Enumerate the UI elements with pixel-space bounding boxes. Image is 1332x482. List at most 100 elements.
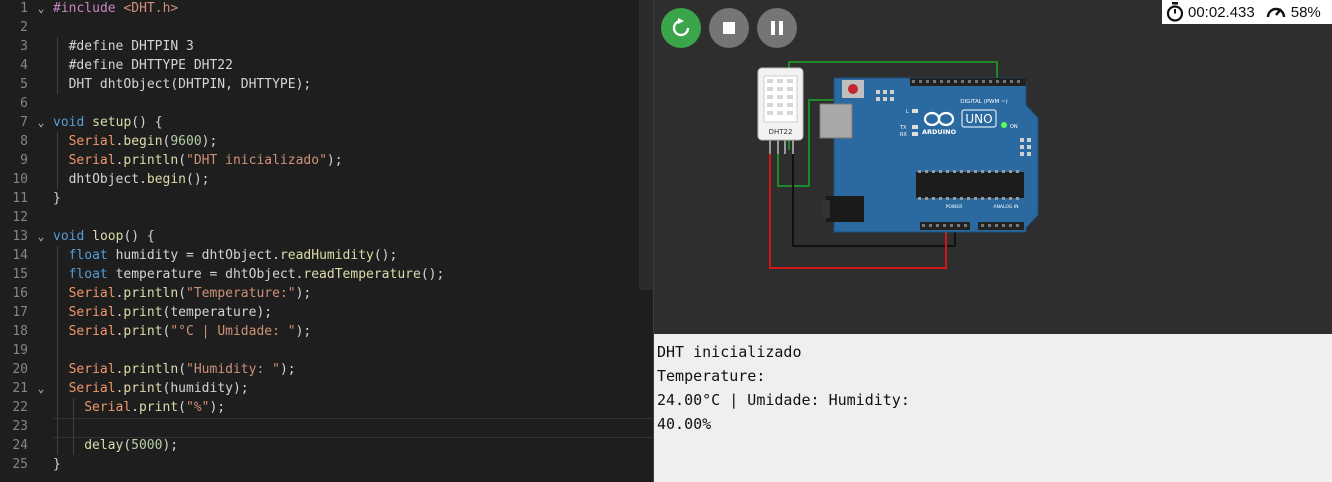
indent-guide [57, 246, 58, 455]
fold-chevron-icon[interactable]: ⌄ [34, 113, 48, 132]
line-number: 3 [20, 39, 28, 54]
indent-guide [73, 398, 74, 455]
led-label-tx: TX [899, 125, 907, 131]
line-number: 12 [12, 210, 28, 225]
code-line[interactable]: Serial.println("DHT inicializado"); [69, 151, 343, 170]
board-model: UNO [965, 112, 992, 126]
editor-scrollbar[interactable] [639, 0, 653, 290]
code-line[interactable]: delay(5000); [84, 436, 178, 455]
code-token: (); [373, 248, 398, 263]
code-line[interactable]: #include <DHT.h> [53, 0, 178, 18]
stop-button[interactable] [709, 8, 749, 48]
code-token: () { [131, 115, 163, 130]
code-token: (); [420, 267, 445, 282]
fold-chevron-icon[interactable]: ⌄ [34, 0, 48, 18]
digital-header-label: DIGITAL (PWM ~) [960, 99, 1007, 105]
code-token: print [123, 324, 163, 339]
code-token: "°C | Umidade: " [170, 324, 296, 339]
line-number: 6 [20, 96, 28, 111]
code-line[interactable]: dhtObject.begin(); [69, 170, 210, 189]
fold-chevron-icon[interactable]: ⌄ [34, 227, 48, 246]
line-number: 13 [12, 229, 28, 244]
code-token: <DHT.h> [123, 1, 179, 16]
code-line[interactable]: } [53, 455, 61, 474]
pause-icon [771, 21, 783, 35]
code-line[interactable]: Serial.print("%"); [84, 398, 225, 417]
line-number: 15 [12, 267, 28, 282]
code-token: #include [53, 1, 124, 16]
code-token: ); [209, 400, 226, 415]
arduino-uno-board: DIGITAL (PWM ~) L TX RX ARDUINO UNO ON P… [819, 77, 1039, 233]
code-token: Serial [84, 400, 132, 415]
serial-monitor[interactable]: DHT inicializado Temperature: 24.00°C | Um… [654, 334, 1332, 482]
line-number: 11 [12, 191, 28, 206]
simulation-speed: 58% [1290, 3, 1321, 21]
indent-guide [57, 37, 58, 94]
code-line[interactable]: float temperature = dhtObject.readTemper… [69, 265, 445, 284]
code-token: print [123, 305, 163, 320]
code-token: Serial [68, 286, 116, 301]
code-line[interactable]: #define DHTTYPE DHT22 [69, 56, 233, 75]
code-line[interactable]: float humidity = dhtObject.readHumidity(… [69, 246, 398, 265]
code-line[interactable]: void setup() { [53, 113, 163, 132]
code-token: print [138, 400, 179, 415]
code-line[interactable]: Serial.print("°C | Umidade: "); [69, 322, 312, 341]
pause-button[interactable] [757, 8, 797, 48]
line-number: 5 [20, 77, 28, 92]
code-token: Serial [68, 134, 116, 149]
code-token: println [123, 153, 179, 168]
code-token: ); [201, 134, 218, 149]
sensor-label: DHT22 [769, 128, 793, 136]
code-line[interactable]: #define DHTPIN 3 [69, 37, 194, 56]
code-line[interactable]: Serial.println("Temperature:"); [69, 284, 312, 303]
stopwatch-icon [1166, 2, 1184, 22]
code-token: begin [123, 134, 163, 149]
code-line[interactable]: Serial.begin(9600); [69, 132, 218, 151]
code-token: ( [178, 400, 186, 415]
serial-output-line: 24.00°C | Umidade: Humidity: [657, 391, 910, 409]
code-token: () { [123, 229, 155, 244]
line-number: 2 [20, 20, 28, 35]
code-token: ); [279, 362, 296, 377]
line-number: 9 [20, 153, 28, 168]
code-token: dhtObject. [68, 172, 147, 187]
code-line[interactable]: void loop() { [53, 227, 155, 246]
line-number: 1 [20, 1, 28, 16]
circuit-diagram: DHT22 DIGITAL (PWM ~) L TX RX ARDUINO UN… [757, 61, 1039, 269]
indent-guide [57, 132, 58, 189]
speedometer-icon [1266, 7, 1285, 18]
stop-icon [723, 22, 735, 34]
led-label-l: L [906, 109, 909, 115]
line-number: 20 [12, 362, 28, 377]
code-token: loop [92, 229, 124, 244]
line-number: 19 [12, 343, 28, 358]
code-token: ( [123, 438, 132, 453]
code-line[interactable]: Serial.print(humidity); [69, 379, 249, 398]
led-label-rx: RX [900, 132, 907, 138]
simulator-canvas[interactable]: DHT22 DIGITAL (PWM ~) L TX RX ARDUINO UN… [654, 0, 1332, 334]
line-number: 22 [12, 400, 28, 415]
code-token: (); [186, 172, 210, 187]
serial-output-line: 40.00% [657, 415, 712, 433]
code-line[interactable]: DHT dhtObject(DHTPIN, DHTTYPE); [69, 75, 312, 94]
code-token: ); [295, 286, 312, 301]
line-number: 14 [12, 248, 28, 263]
code-token: Serial [68, 324, 116, 339]
line-number: 18 [12, 324, 28, 339]
code-line[interactable]: Serial.println("Humidity: "); [69, 360, 296, 379]
code-token: void [53, 115, 93, 130]
code-line[interactable]: } [53, 189, 61, 208]
code-token: #define DHTPIN 3 [68, 39, 194, 54]
restart-button[interactable] [661, 8, 701, 48]
code-line[interactable]: Serial.print(temperature); [69, 303, 273, 322]
line-number: 24 [12, 438, 28, 453]
fold-chevron-icon[interactable]: ⌄ [34, 379, 48, 398]
code-token: "%" [185, 400, 210, 415]
code-token: float [68, 248, 116, 263]
code-editor[interactable]: 1 2 3 4 5 6 7 8 9 10 11 12 13 14 15 16 17 18 19 20 21 22 23 24 2… [0, 0, 653, 482]
code-token: ); [295, 324, 312, 339]
code-area[interactable]: #include <DHT.h> #define DHTPIN 3 #define … [53, 0, 653, 482]
line-number: 4 [20, 58, 28, 73]
code-token: void [53, 229, 93, 244]
code-token: 5000 [131, 438, 163, 453]
